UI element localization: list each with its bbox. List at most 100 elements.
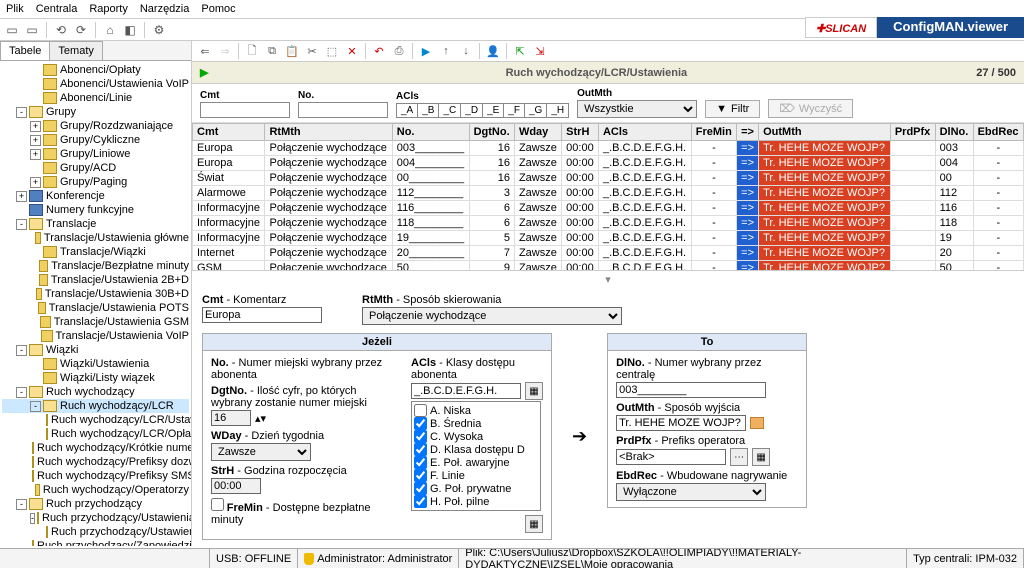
back-icon[interactable]: ⇐ [196, 43, 214, 59]
acls-checkbox[interactable] [414, 417, 427, 430]
tree-item[interactable]: Translacje/Wiązki [2, 245, 189, 259]
filter-cmt-input[interactable] [200, 102, 290, 118]
col-header[interactable]: FreMin [691, 124, 736, 141]
tree-item[interactable]: Translacje/Ustawienia główne [2, 231, 189, 245]
col-header[interactable]: => [737, 124, 759, 141]
tree-item[interactable]: Translacje/Bezpłatne minuty [2, 259, 189, 273]
dlno-input[interactable] [616, 382, 766, 398]
prdpfx-input[interactable] [616, 449, 726, 465]
acls-option[interactable]: H. Poł. pilne [414, 495, 538, 508]
tree-item[interactable]: Ruch przychodzący/Zapowiedzi [2, 539, 189, 546]
acls-option[interactable]: C. Wysoka [414, 430, 538, 443]
acls-option[interactable]: G. Poł. prywatne [414, 482, 538, 495]
expand-icon[interactable]: - [16, 219, 27, 230]
acls-cell[interactable]: _E [483, 104, 504, 117]
tree-item[interactable]: Abonenci/Ustawienia VoIP [2, 77, 189, 91]
tree-item[interactable]: -Wiązki [2, 343, 189, 357]
tb-icon[interactable]: ⟳ [73, 22, 89, 38]
tree-item[interactable]: -Ruch przychodzący [2, 497, 189, 511]
new-icon[interactable]: 🗋 [243, 43, 261, 59]
nav-tree[interactable]: Abonenci/OpłatyAbonenci/Ustawienia VoIPA… [0, 61, 191, 546]
cmt-input[interactable] [202, 307, 322, 323]
menu-centrala[interactable]: Centrala [36, 3, 78, 15]
delete-icon[interactable]: ✕ [343, 43, 361, 59]
table-row[interactable]: InformacyjnePołączenie wychodzące118____… [193, 216, 1024, 231]
dgtno-input[interactable] [211, 410, 251, 426]
tree-item[interactable]: +Grupy/Paging [2, 175, 189, 189]
menu-narzedzia[interactable]: Narzędzia [140, 3, 190, 15]
expand-icon[interactable]: - [16, 107, 27, 118]
undo-icon[interactable]: ↶ [370, 43, 388, 59]
table-row[interactable]: InformacyjnePołączenie wychodzące116____… [193, 201, 1024, 216]
filter-outmth-select[interactable]: Wszystkie [577, 100, 697, 118]
cut-icon[interactable]: ✂ [303, 43, 321, 59]
acls-checklist[interactable]: A. NiskaB. ŚredniaC. WysokaD. Klasa dost… [411, 401, 541, 511]
col-header[interactable]: OutMth [759, 124, 891, 141]
acls-cell[interactable]: _G [525, 104, 547, 117]
tool-icon[interactable]: ⬚ [323, 43, 341, 59]
tree-item[interactable]: -Ruch wychodzący/LCR [2, 399, 189, 413]
tree-item[interactable]: Wiązki/Listy wiązek [2, 371, 189, 385]
export-icon[interactable]: ⇱ [511, 43, 529, 59]
tree-item[interactable]: Ruch wychodzący/Krótkie numery [2, 441, 189, 455]
col-header[interactable]: ACls [598, 124, 691, 141]
col-header[interactable]: StrH [562, 124, 599, 141]
tree-item[interactable]: Translacje/Ustawienia POTS [2, 301, 189, 315]
paste-icon[interactable]: 📋 [283, 43, 301, 59]
tree-item[interactable]: Translacje/Ustawienia 30B+D [2, 287, 189, 301]
table-row[interactable]: EuropaPołączenie wychodzące004________16… [193, 156, 1024, 171]
expand-icon[interactable]: - [16, 387, 27, 398]
filter-acls-boxes[interactable]: _A_B_C_D_E_F_G_H [396, 103, 569, 118]
col-header[interactable]: RtMth [265, 124, 392, 141]
col-header[interactable]: PrdPfx [890, 124, 935, 141]
run-icon[interactable]: ▶ [417, 43, 435, 59]
table-row[interactable]: ŚwiatPołączenie wychodzące00_________16Z… [193, 171, 1024, 186]
tree-item[interactable]: Ruch przychodzący/Ustawien [2, 525, 189, 539]
data-grid[interactable]: CmtRtMthNo.DgtNo.WdayStrHAClsFreMin=>Out… [192, 123, 1024, 271]
tb-icon[interactable]: ◧ [122, 22, 138, 38]
tree-item[interactable]: -Ruch wychodzący [2, 385, 189, 399]
col-header[interactable]: DgtNo. [469, 124, 514, 141]
up-icon[interactable]: ↑ [437, 43, 455, 59]
fremin-checkbox[interactable] [211, 498, 224, 511]
acls-checkbox[interactable] [414, 443, 427, 456]
table-row[interactable]: InternetPołączenie wychodzące20_________… [193, 246, 1024, 261]
expand-icon[interactable]: ▶ [200, 66, 208, 79]
rtmth-select[interactable]: Połączenie wychodzące [362, 307, 622, 325]
print-icon[interactable]: ⎙ [390, 43, 408, 59]
expand-icon[interactable]: - [16, 345, 27, 356]
acls-cell[interactable]: _F [504, 104, 525, 117]
acls-checkbox[interactable] [414, 482, 427, 495]
tree-item[interactable]: +Grupy/Rozdzwaniające [2, 119, 189, 133]
splitter[interactable]: ▾ [192, 271, 1024, 288]
fwd-icon[interactable]: ⇒ [216, 43, 234, 59]
expand-icon[interactable]: + [30, 177, 41, 188]
tree-item[interactable]: -Translacje [2, 217, 189, 231]
tb-icon[interactable]: ⌂ [102, 22, 118, 38]
tree-item[interactable]: Translacje/Ustawienia 2B+D [2, 273, 189, 287]
prdpfx-grid-icon[interactable]: ▦ [752, 448, 770, 466]
tree-item[interactable]: Translacje/Ustawienia GSM [2, 315, 189, 329]
prdpfx-picker-icon[interactable]: ⋯ [730, 448, 748, 466]
expand-icon[interactable]: - [16, 499, 27, 510]
col-header[interactable]: Cmt [193, 124, 265, 141]
expand-icon[interactable]: - [30, 513, 35, 524]
col-header[interactable]: DlNo. [935, 124, 973, 141]
acls-checkbox[interactable] [414, 495, 427, 508]
import-icon[interactable]: ⇲ [531, 43, 549, 59]
tab-tabele[interactable]: Tabele [0, 41, 50, 60]
col-header[interactable]: No. [392, 124, 469, 141]
acls-cell[interactable]: _C [439, 104, 461, 117]
acls-option[interactable]: E. Poł. awaryjne [414, 456, 538, 469]
clear-button[interactable]: ⌦Wyczyść [768, 99, 853, 118]
tree-item[interactable]: Grupy/ACD [2, 161, 189, 175]
outmth-input[interactable] [616, 415, 746, 431]
expand-icon[interactable]: + [30, 135, 41, 146]
tree-item[interactable]: Ruch wychodzący/Operatorzy [2, 483, 189, 497]
tb-icon[interactable]: ⚙ [151, 22, 167, 38]
filter-button[interactable]: ▼Filtr [705, 100, 760, 118]
table-row[interactable]: InformacyjnePołączenie wychodzące19_____… [193, 231, 1024, 246]
copy-icon[interactable]: ⧉ [263, 43, 281, 59]
expand-icon[interactable]: - [30, 401, 41, 412]
acls-cell[interactable]: _A [397, 104, 418, 117]
